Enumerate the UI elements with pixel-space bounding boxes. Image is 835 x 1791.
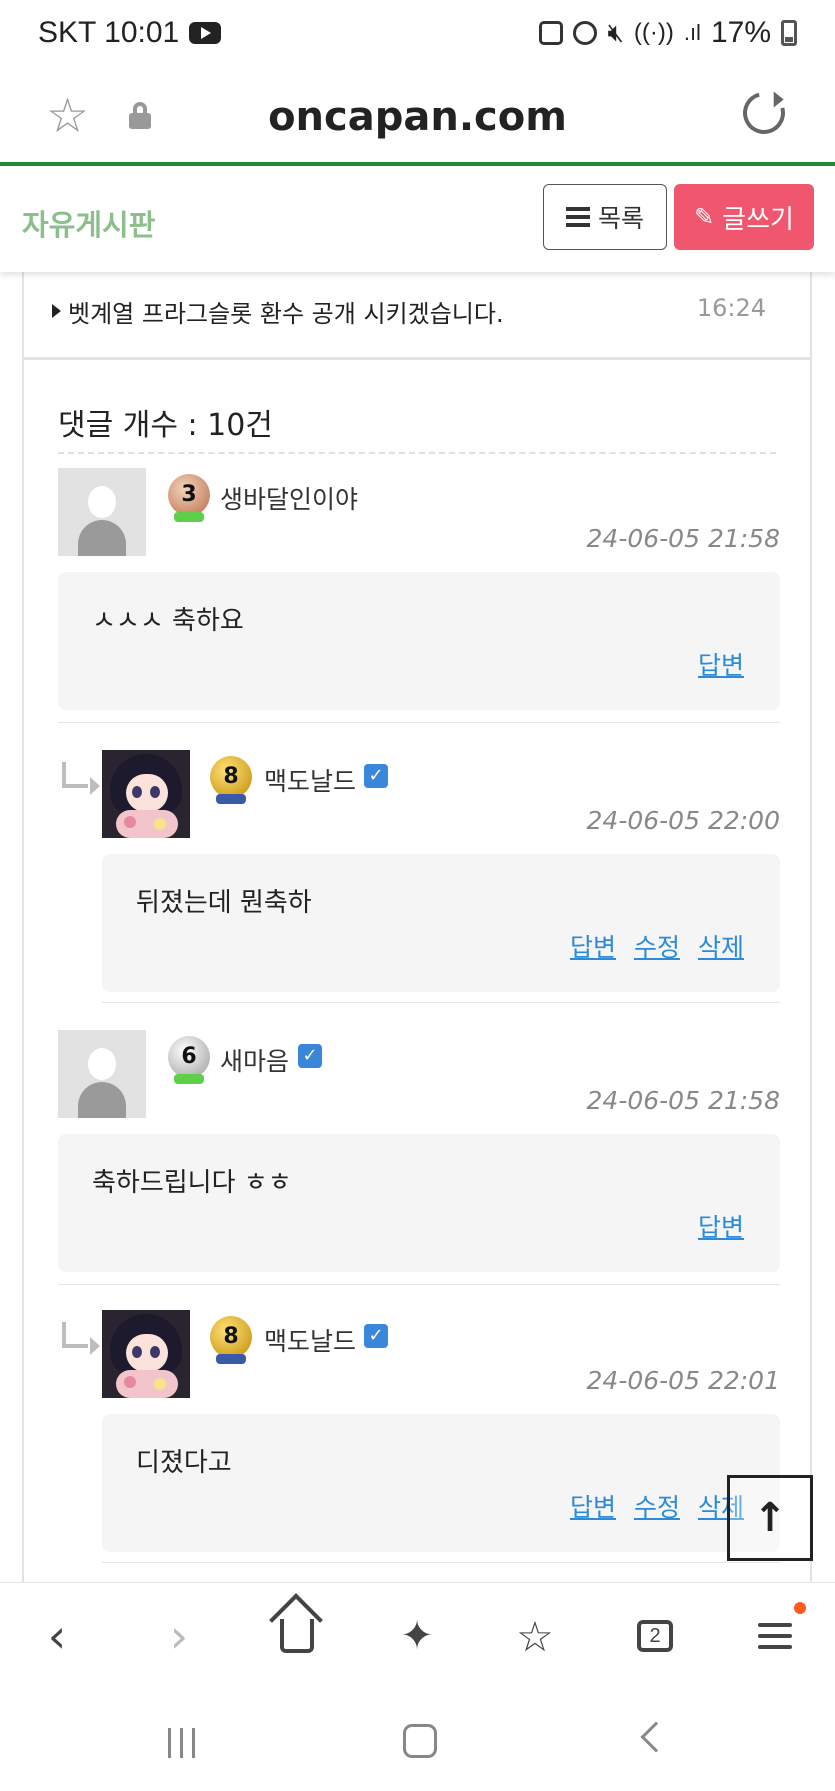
url-text[interactable]: oncapan.com [0,94,835,140]
home-icon [280,1619,314,1653]
nav-home-icon[interactable] [403,1724,437,1758]
comment-text: ㅅㅅㅅ 축하요 [92,606,244,636]
comment-text: 디졌다고 [136,1448,232,1478]
reply-arrow-icon [62,762,100,795]
comment-separator [58,1284,780,1285]
previous-post-time: 16:24 [696,294,766,322]
edit-link[interactable]: 수정 [634,928,680,964]
avatar[interactable] [58,468,146,556]
previous-post-title[interactable]: 벳계열 프라그슬롯 환수 공개 시키겠습니다. [68,294,504,329]
bookmark-list-icon: ☆ [516,1611,554,1661]
battery-percent: 17% [710,16,771,49]
reply-link[interactable]: 답변 [698,1208,744,1244]
comment-reply: 8 맥도날드 ✓ 24-06-05 22:00 뒤졌는데 뭔축하 답변 수정 삭… [58,750,780,992]
level-badge: 3 [168,474,210,522]
comment-body: 디졌다고 답변 수정 삭제 [102,1414,780,1552]
write-button[interactable]: ✎ 글쓰기 [674,184,814,250]
previous-post-link[interactable]: 벳계열 프라그슬롯 환수 공개 시키겠습니다. 16:24 [24,272,810,360]
level-badge: 6 [168,1036,210,1084]
forward-button[interactable]: › [144,1601,214,1671]
comment-reply: 8 맥도날드 ✓ 24-06-05 22:01 디졌다고 답변 수정 삭제 [58,1310,780,1552]
write-button-label: 글쓰기 [722,204,794,235]
list-icon [565,207,590,227]
list-button-label: 목록 [597,204,644,233]
post-content: 벳계열 프라그슬롯 환수 공개 시키겠습니다. 16:24 댓글 개수 : 10… [22,272,812,1582]
arrow-up-icon: ↑ [753,1495,787,1541]
comment-separator [58,722,780,723]
reply-link[interactable]: 답변 [570,928,616,964]
reply-link[interactable]: 답변 [698,646,744,682]
comment-count: 댓글 개수 : 10건 [58,408,273,443]
comment-separator [102,1562,780,1563]
caret-right-icon [52,304,61,318]
comment-author[interactable]: 맥도날드 [264,762,356,798]
comment-text: 뒤졌는데 뭔축하 [136,888,312,918]
ai-assistant-button[interactable]: ✦ [382,1601,452,1671]
recent-apps-icon[interactable] [168,1728,195,1758]
browser-toolbar: ‹ › ✦ ☆ 2 [0,1582,835,1692]
comment-time: 24-06-05 21:58 [586,1086,780,1115]
comment-author[interactable]: 맥도날드 [264,1322,356,1358]
comment-time: 24-06-05 22:01 [586,1366,780,1395]
comment-time: 24-06-05 21:58 [586,524,780,553]
address-bar: ☆ oncapan.com [0,72,835,164]
tabs-button[interactable]: 2 [620,1601,690,1671]
level-badge: 8 [210,1316,252,1364]
avatar[interactable] [102,750,190,838]
mute-icon: 🔇︎ [607,17,624,47]
avatar[interactable] [102,1310,190,1398]
sparkle-icon: ✦ [400,1613,434,1659]
edit-link[interactable]: 수정 [634,1488,680,1524]
wifi-icon: ((·)) [633,19,674,46]
comment-text: 축하드립니다 ㅎㅎ [92,1168,292,1198]
verified-check-icon: ✓ [364,1324,388,1348]
alarm-icon [573,21,598,45]
status-bar: SKT 10:01 🔇︎ ((·)) .ıl 17% [0,0,835,72]
comment-separator [102,1002,780,1003]
level-badge: 8 [210,756,252,804]
verified-check-icon: ✓ [298,1044,322,1068]
avatar[interactable] [58,1030,146,1118]
reply-link[interactable]: 답변 [570,1488,616,1524]
status-carrier-time: SKT 10:01 [38,16,180,49]
divider [58,452,776,454]
home-button[interactable] [262,1601,332,1671]
notification-icon [539,21,564,45]
board-header: 자유게시판 목록 ✎ 글쓰기 [0,166,835,272]
delete-link[interactable]: 삭제 [698,928,744,964]
tabs-icon: 2 [637,1620,673,1652]
menu-icon [758,1623,792,1649]
notification-dot [794,1602,806,1614]
verified-check-icon: ✓ [364,764,388,788]
battery-icon [781,20,797,46]
back-button[interactable]: ‹ [22,1601,92,1671]
comment: 3 생바달인이야 24-06-05 21:58 ㅅㅅㅅ 축하요 답변 [58,468,780,710]
comment-time: 24-06-05 22:00 [586,806,780,835]
list-button[interactable]: 목록 [543,184,667,250]
pencil-icon: ✎ [694,203,715,231]
comment: 6 새마음 ✓ 24-06-05 21:58 축하드립니다 ㅎㅎ 답변 [58,1030,780,1272]
comment-author[interactable]: 생바달인이야 [220,480,358,516]
youtube-icon [189,22,222,44]
comment-body: 뒤졌는데 뭔축하 답변 수정 삭제 [102,854,780,992]
nav-back-icon[interactable] [640,1721,672,1753]
system-nav-bar [0,1692,835,1791]
comment-author[interactable]: 새마음 [220,1042,289,1078]
bookmarks-button[interactable]: ☆ [500,1601,570,1671]
comment-body: 축하드립니다 ㅎㅎ 답변 [58,1134,780,1272]
comment-body: ㅅㅅㅅ 축하요 답변 [58,572,780,710]
reply-arrow-icon [62,1322,100,1355]
scroll-to-top-button[interactable]: ↑ [727,1475,813,1561]
board-title[interactable]: 자유게시판 [22,202,155,244]
chevron-left-icon: ‹ [47,1609,67,1663]
chevron-right-icon: › [169,1609,189,1663]
signal-icon: .ıl [683,20,701,45]
